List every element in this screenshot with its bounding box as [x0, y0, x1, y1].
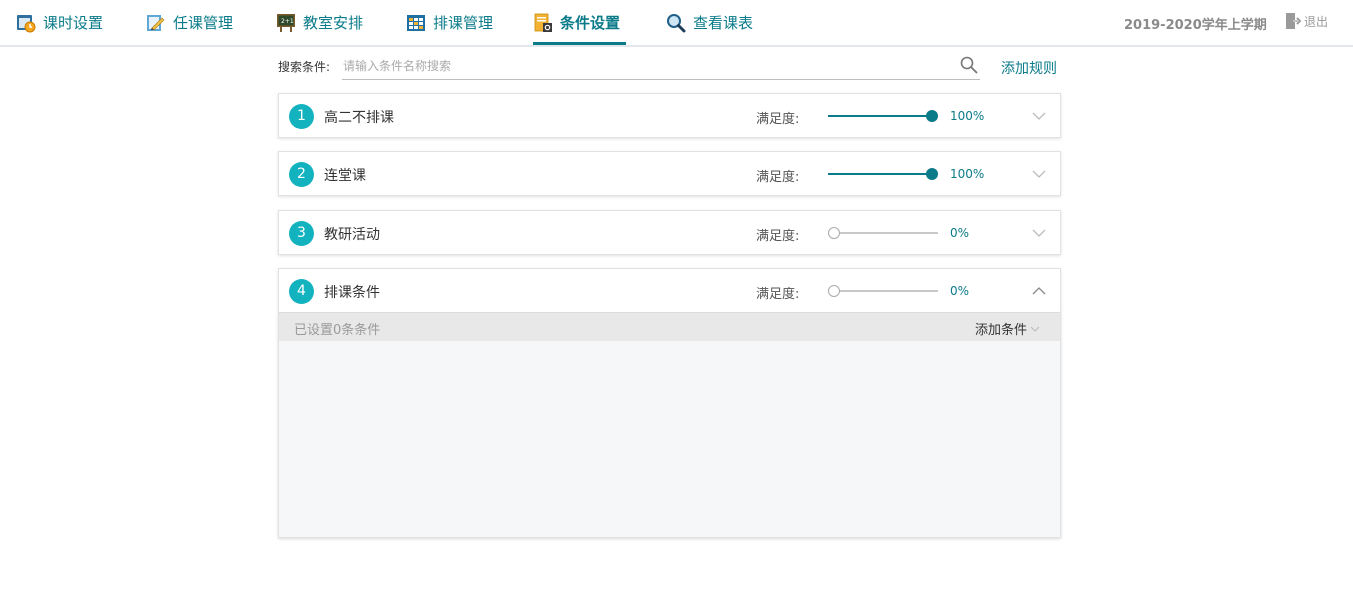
schedule-grid-icon: [407, 14, 425, 31]
satisfaction-slider[interactable]: [828, 285, 938, 297]
rule-number-badge: 3: [289, 221, 314, 246]
rule-card[interactable]: 1 高二不排课 满足度: 100%: [278, 93, 1061, 138]
top-navigation-bar: 课时设置 任课管理 2+1 教室安排 排课管理 条件设置 查看课表 2019-2…: [0, 0, 1353, 47]
panel-header: 已设置0条条件 添加条件: [279, 313, 1060, 341]
rule-card[interactable]: 2 连堂课 满足度: 100%: [278, 151, 1061, 196]
satisfaction-percent: 0%: [950, 284, 970, 298]
chevron-up-icon[interactable]: [1031, 283, 1047, 299]
satisfaction-percent: 100%: [950, 109, 985, 123]
nav-tab-label: 查看课表: [693, 14, 754, 32]
slider-fill: [828, 115, 932, 117]
chevron-down-icon: [1030, 326, 1040, 332]
rule-card[interactable]: 4 排课条件 满足度: 0%: [278, 268, 1061, 313]
slider-thumb[interactable]: [926, 168, 938, 180]
clock-settings-icon: [17, 14, 36, 32]
rule-number-badge: 1: [289, 104, 314, 129]
satisfaction-slider[interactable]: [828, 227, 938, 239]
nav-tab-classroom[interactable]: 2+1 教室安排: [276, 0, 368, 45]
slider-track: [828, 232, 938, 234]
nav-tab-label: 课时设置: [43, 14, 104, 32]
conditions-doc-icon: [534, 13, 552, 32]
semester-label: 2019-2020学年上学期: [1124, 18, 1267, 33]
rule-card[interactable]: 3 教研活动 满足度: 0%: [278, 210, 1061, 255]
nav-tab-teacher-assignment[interactable]: 任课管理: [146, 0, 238, 45]
slider-thumb[interactable]: [926, 110, 938, 122]
search-label: 搜索条件:: [278, 60, 331, 74]
satisfaction-label: 满足度:: [756, 229, 800, 244]
search-input[interactable]: [342, 52, 980, 80]
chevron-down-icon[interactable]: [1031, 108, 1047, 124]
satisfaction-percent: 100%: [950, 167, 985, 181]
logout-button[interactable]: 退出: [1285, 12, 1328, 30]
chevron-down-icon[interactable]: [1031, 225, 1047, 241]
add-condition-label: 添加条件: [975, 323, 1028, 338]
rule-number-badge: 4: [289, 279, 314, 304]
slider-thumb[interactable]: [828, 285, 840, 297]
nav-tab-conditions[interactable]: 条件设置: [533, 0, 626, 45]
search-icon[interactable]: [960, 56, 978, 74]
satisfaction-label: 满足度:: [756, 112, 800, 127]
satisfaction-slider[interactable]: [828, 168, 938, 180]
nav-tab-scheduling[interactable]: 排课管理: [406, 0, 498, 45]
nav-tab-class-hours[interactable]: 课时设置: [16, 0, 108, 45]
search-row: 搜索条件: 添加规则: [278, 52, 1060, 80]
slider-track: [828, 290, 938, 292]
slider-fill: [828, 173, 932, 175]
rule-conditions-panel: 已设置0条条件 添加条件: [278, 313, 1061, 538]
rule-number-badge: 2: [289, 162, 314, 187]
teacher-assign-icon: [147, 14, 165, 31]
nav-tab-label: 排课管理: [433, 14, 494, 32]
blackboard-icon: 2+1: [277, 13, 295, 32]
satisfaction-label: 满足度:: [756, 287, 800, 302]
satisfaction-slider[interactable]: [828, 110, 938, 122]
nav-tab-label: 条件设置: [560, 14, 621, 32]
slider-thumb[interactable]: [828, 227, 840, 239]
rule-name: 排课条件: [324, 285, 380, 301]
logout-label: 退出: [1304, 14, 1329, 29]
nav-tab-label: 教室安排: [303, 14, 364, 32]
satisfaction-label: 满足度:: [756, 170, 800, 185]
rule-name: 连堂课: [324, 168, 366, 184]
add-condition-dropdown[interactable]: 添加条件: [975, 319, 1041, 338]
condition-count-text: 已设置0条条件: [294, 323, 381, 338]
magnifier-icon: [667, 13, 686, 32]
logout-icon: [1286, 13, 1301, 29]
rule-name: 高二不排课: [324, 110, 394, 126]
rule-name: 教研活动: [324, 227, 380, 243]
add-rule-link[interactable]: 添加规则: [1001, 58, 1057, 78]
nav-tab-label: 任课管理: [173, 14, 234, 32]
satisfaction-percent: 0%: [950, 226, 970, 240]
svg-text:2+1: 2+1: [281, 18, 294, 25]
nav-tab-view-timetable[interactable]: 查看课表: [666, 0, 758, 45]
chevron-down-icon[interactable]: [1031, 166, 1047, 182]
